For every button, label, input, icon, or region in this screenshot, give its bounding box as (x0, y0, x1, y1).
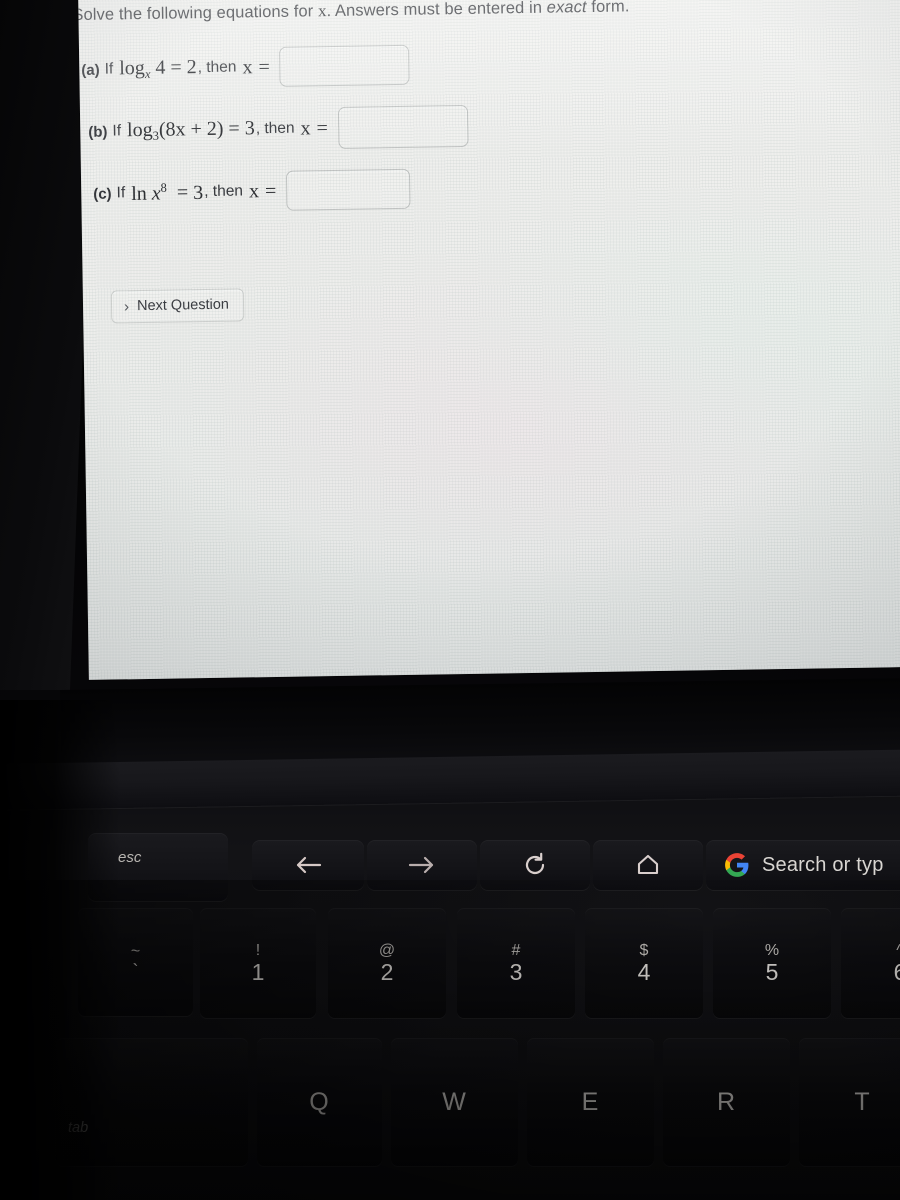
question-a-then: then (206, 58, 237, 76)
google-g-icon (724, 852, 750, 878)
key-t[interactable]: T (799, 1038, 900, 1166)
question-b-then-eq: = (316, 116, 328, 139)
deck-shadow-left (0, 700, 120, 1200)
key-t-label: T (854, 1087, 871, 1116)
key-reload[interactable] (480, 840, 590, 890)
chevron-right-icon: › (123, 297, 130, 315)
question-b: (b) If log3(8x + 2) = 3 , then x = (88, 104, 469, 153)
key-forward[interactable] (367, 840, 477, 890)
key-w[interactable]: W (391, 1038, 518, 1166)
prompt-emphasis: exact (546, 0, 587, 17)
question-b-label: (b) (88, 123, 108, 141)
key-e[interactable]: E (527, 1038, 654, 1166)
laptop-photo: Solve the following equations for x. Ans… (0, 0, 900, 1200)
prompt-variable: x (317, 1, 327, 21)
key-4-base: 4 (637, 958, 651, 985)
key-2-shift: @ (378, 941, 396, 959)
question-a-then-var: x (242, 55, 253, 78)
key-2-base: 2 (380, 958, 394, 985)
prompt-part2: . Answers must be entered in (326, 0, 547, 21)
key-6[interactable]: ^ 6 (841, 908, 900, 1018)
key-5-base: 5 (765, 958, 779, 985)
key-r-label: R (716, 1087, 737, 1116)
answer-input-a[interactable] (279, 44, 411, 87)
question-c-then-var: x (248, 179, 260, 202)
question-b-value: 3 (244, 116, 255, 139)
key-back[interactable] (252, 840, 364, 890)
question-a-log-base: x (144, 66, 151, 81)
question-a: (a) If logx 4 = 2 , then x = (81, 44, 411, 90)
key-e-label: E (581, 1087, 600, 1116)
web-page-content: Solve the following equations for x. Ans… (78, 0, 900, 680)
reload-icon (522, 852, 548, 878)
prompt-part3: form. (586, 0, 630, 17)
key-r[interactable]: R (663, 1038, 790, 1166)
key-google-search-label: Search or typ (762, 853, 884, 876)
arrow-left-icon (293, 854, 323, 876)
question-a-value: 2 (186, 55, 197, 78)
key-esc-label: esc (118, 849, 142, 866)
question-c-ln: ln (131, 182, 147, 205)
key-q-label: Q (309, 1087, 330, 1116)
question-c: (c) If ln x8 = 3 , then x = (93, 168, 411, 214)
key-5[interactable]: % 5 (713, 908, 831, 1018)
question-a-label: (a) (81, 61, 100, 79)
question-c-if: If (116, 184, 126, 202)
answer-input-b[interactable] (337, 104, 469, 149)
question-b-log-arg: (8x + 2) (158, 117, 224, 141)
key-w-label: W (442, 1087, 467, 1116)
key-4-shift: $ (639, 941, 649, 959)
key-5-shift: % (764, 941, 780, 959)
question-b-if: If (112, 122, 122, 140)
key-6-shift: ^ (896, 941, 900, 959)
key-q[interactable]: Q (257, 1038, 382, 1166)
page-prompt: Solve the following equations for x. Ans… (78, 0, 773, 27)
key-3-shift: # (511, 941, 521, 959)
key-4[interactable]: $ 4 (585, 908, 703, 1018)
next-question-label: Next Question (136, 296, 230, 315)
key-3[interactable]: # 3 (457, 908, 575, 1018)
key-3-base: 3 (509, 958, 523, 985)
key-backtick-shift: ~ (130, 943, 141, 960)
key-google-search[interactable]: Search or typ (706, 840, 900, 890)
key-1-base: 1 (251, 958, 265, 985)
question-c-then-eq: = (264, 179, 277, 202)
fullscreen-icon (635, 853, 661, 877)
answer-input-c[interactable] (285, 168, 411, 211)
key-1-shift: ! (255, 941, 261, 959)
next-question-button[interactable]: › Next Question (110, 288, 245, 324)
question-c-label: (c) (93, 184, 112, 203)
question-c-exponent: 8 (160, 180, 167, 195)
key-backtick-base: ` (132, 961, 139, 981)
key-fullscreen[interactable] (593, 840, 703, 890)
key-6-base: 6 (893, 958, 900, 985)
question-a-if: If (104, 60, 114, 78)
key-1[interactable]: ! 1 (200, 908, 316, 1018)
question-b-expression: log3(8x + 2) = 3 (126, 116, 255, 143)
question-c-then: then (212, 182, 244, 200)
question-c-value: 3 (193, 181, 204, 204)
arrow-right-icon (407, 854, 437, 876)
question-b-then-var: x (300, 116, 311, 140)
question-b-then: then (264, 119, 295, 138)
key-2[interactable]: @ 2 (328, 908, 446, 1018)
laptop-screen: Solve the following equations for x. Ans… (78, 0, 900, 680)
prompt-part1: Solve the following equations for (78, 2, 319, 25)
question-a-then-eq: = (258, 55, 270, 78)
question-a-log-arg: 4 (155, 56, 166, 79)
question-c-expression: ln x8 = 3 (131, 180, 204, 205)
question-a-expression: logx 4 = 2 (119, 55, 197, 81)
